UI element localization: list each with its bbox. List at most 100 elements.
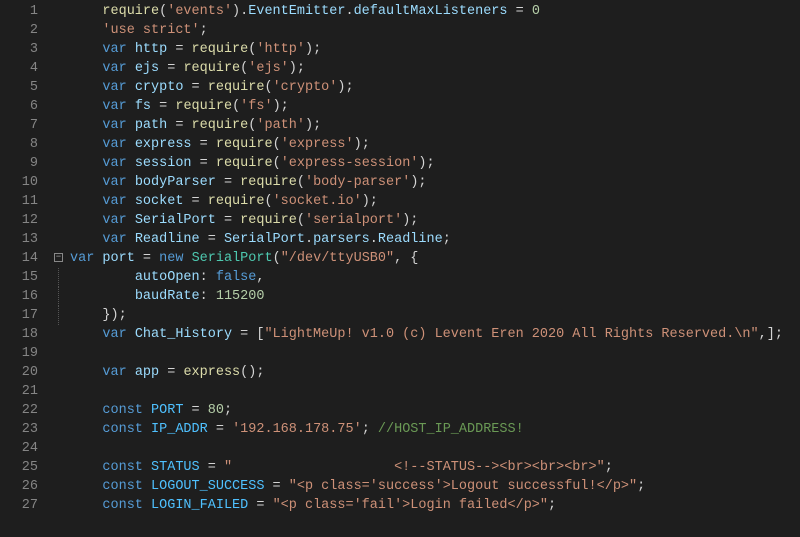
code-line[interactable]: var socket = require('socket.io'); (70, 192, 800, 211)
token-kw: var (102, 137, 126, 152)
fold-toggle-icon[interactable]: − (54, 253, 63, 262)
token-punc: ; (443, 232, 451, 247)
line-number: 9 (0, 154, 38, 173)
code-line[interactable]: const IP_ADDR = '192.168.178.75'; //HOST… (70, 420, 800, 439)
token-var: fs (135, 99, 151, 114)
fold-cell (56, 173, 70, 192)
token-fn: require (102, 4, 159, 19)
token-fn: express (183, 365, 240, 380)
code-line[interactable]: var Readline = SerialPort.parsers.Readli… (70, 230, 800, 249)
token-text (127, 42, 135, 57)
line-number: 13 (0, 230, 38, 249)
line-number: 18 (0, 325, 38, 344)
token-var: SerialPort (224, 232, 305, 247)
token-punc: ; (362, 422, 378, 437)
code-line[interactable]: 'use strict'; (70, 21, 800, 40)
code-line[interactable] (70, 439, 800, 458)
token-text (70, 498, 102, 513)
token-punc: : (200, 289, 208, 304)
token-kw: const (102, 460, 143, 475)
code-line[interactable]: autoOpen: false, (70, 268, 800, 287)
code-line[interactable] (70, 382, 800, 401)
code-line[interactable]: var SerialPort = require('serialport'); (70, 211, 800, 230)
code-line[interactable]: var Chat_History = ["LightMeUp! v1.0 (c)… (70, 325, 800, 344)
code-editor[interactable]: 1234567891011121314151617181920212223242… (0, 0, 800, 537)
token-text (70, 118, 102, 133)
code-line[interactable]: var session = require('express-session')… (70, 154, 800, 173)
token-punc: ( (232, 99, 240, 114)
code-line[interactable]: var http = require('http'); (70, 40, 800, 59)
token-type: SerialPort (192, 251, 273, 266)
token-kw: var (102, 42, 126, 57)
token-punc: ); (337, 80, 353, 95)
token-text (127, 194, 135, 209)
token-var: SerialPort (135, 213, 216, 228)
token-fn: require (240, 175, 297, 190)
fold-cell (56, 2, 70, 21)
code-line[interactable]: var crypto = require('crypto'); (70, 78, 800, 97)
token-str: 'ejs' (248, 61, 289, 76)
token-text (70, 403, 102, 418)
token-str: 'crypto' (273, 80, 338, 95)
code-line[interactable]: require('events').EventEmitter.defaultMa… (70, 2, 800, 21)
token-punc: ( (297, 175, 305, 190)
token-text: = (159, 365, 183, 380)
code-line[interactable]: const LOGIN_FAILED = "<p class='fail'>Lo… (70, 496, 800, 515)
token-text (70, 61, 102, 76)
token-kw: var (102, 175, 126, 190)
code-area[interactable]: require('events').EventEmitter.defaultMa… (70, 0, 800, 537)
code-line[interactable]: var ejs = require('ejs'); (70, 59, 800, 78)
token-const: LOGIN_FAILED (151, 498, 248, 513)
token-punc: ; (224, 403, 232, 418)
fold-cell: − (56, 249, 70, 268)
code-line[interactable]: var path = require('path'); (70, 116, 800, 135)
token-text (70, 99, 102, 114)
token-kw: var (102, 232, 126, 247)
code-line[interactable]: baudRate: 115200 (70, 287, 800, 306)
code-line[interactable]: var fs = require('fs'); (70, 97, 800, 116)
token-kw: false (216, 270, 257, 285)
code-line[interactable] (70, 344, 800, 363)
token-var: Readline (135, 232, 200, 247)
token-text: = (167, 118, 191, 133)
token-str: 'use strict' (102, 23, 199, 38)
code-line[interactable]: var app = express(); (70, 363, 800, 382)
token-text: = (192, 156, 216, 171)
code-line[interactable]: const STATUS = " <!--STATUS--><br><br><b… (70, 458, 800, 477)
token-const: LOGOUT_SUCCESS (151, 479, 264, 494)
code-line[interactable]: const PORT = 80; (70, 401, 800, 420)
code-line[interactable]: var bodyParser = require('body-parser'); (70, 173, 800, 192)
line-number: 20 (0, 363, 38, 382)
line-number: 6 (0, 97, 38, 116)
token-punc: ( (273, 137, 281, 152)
token-text (143, 498, 151, 513)
token-punc: ); (305, 118, 321, 133)
token-punc: ); (289, 61, 305, 76)
code-line[interactable]: var port = new SerialPort("/dev/ttyUSB0"… (70, 249, 800, 268)
line-number: 2 (0, 21, 38, 40)
token-kw: var (102, 61, 126, 76)
token-text (70, 175, 102, 190)
code-line[interactable]: const LOGOUT_SUCCESS = "<p class='succes… (70, 477, 800, 496)
token-text (208, 289, 216, 304)
fold-cell (56, 306, 70, 325)
token-var: session (135, 156, 192, 171)
token-kw: var (102, 213, 126, 228)
token-str: "LightMeUp! v1.0 (c) Levent Eren 2020 Al… (264, 327, 758, 342)
token-punc: . (370, 232, 378, 247)
token-str: "/dev/ttyUSB0" (281, 251, 394, 266)
token-text (70, 42, 102, 57)
line-number: 22 (0, 401, 38, 420)
code-line[interactable]: }); (70, 306, 800, 325)
code-line[interactable]: var express = require('express'); (70, 135, 800, 154)
fold-cell (56, 268, 70, 287)
token-var: EventEmitter (248, 4, 345, 19)
token-text: = (200, 460, 224, 475)
token-text: = (208, 422, 232, 437)
token-text (127, 232, 135, 247)
token-text: = (200, 232, 224, 247)
token-text (70, 23, 102, 38)
fold-guide-line (58, 306, 59, 325)
token-text: = (248, 498, 272, 513)
token-cmt: //HOST_IP_ADDRESS! (378, 422, 524, 437)
